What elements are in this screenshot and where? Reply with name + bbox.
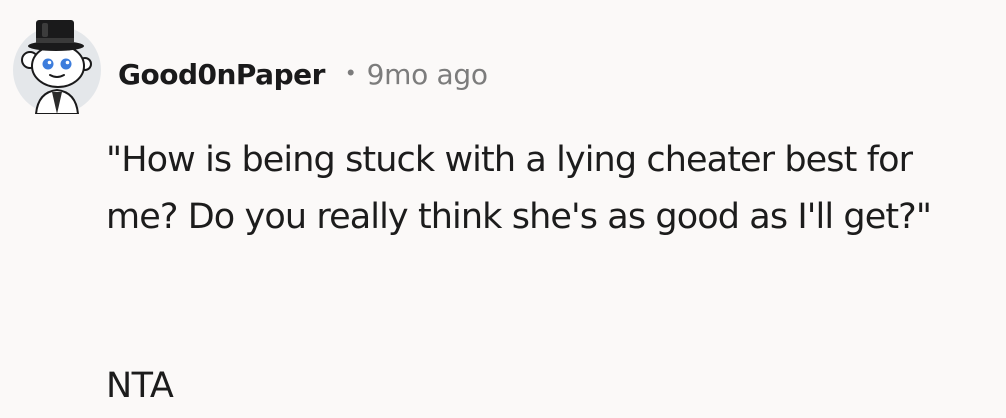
avatar[interactable] — [12, 14, 102, 115]
comment-verdict: NTA — [106, 366, 174, 406]
timestamp[interactable]: 9mo ago — [367, 58, 488, 91]
comment-body: "How is being stuck with a lying cheater… — [106, 140, 932, 237]
comment-header: Good0nPaper • 9mo ago — [118, 52, 488, 96]
snoo-avatar-with-top-hat-icon — [13, 20, 101, 115]
username[interactable]: Good0nPaper — [118, 58, 325, 91]
comment: Good0nPaper • 9mo ago "How is being stuc… — [0, 0, 1006, 418]
separator-dot: • — [346, 60, 355, 85]
